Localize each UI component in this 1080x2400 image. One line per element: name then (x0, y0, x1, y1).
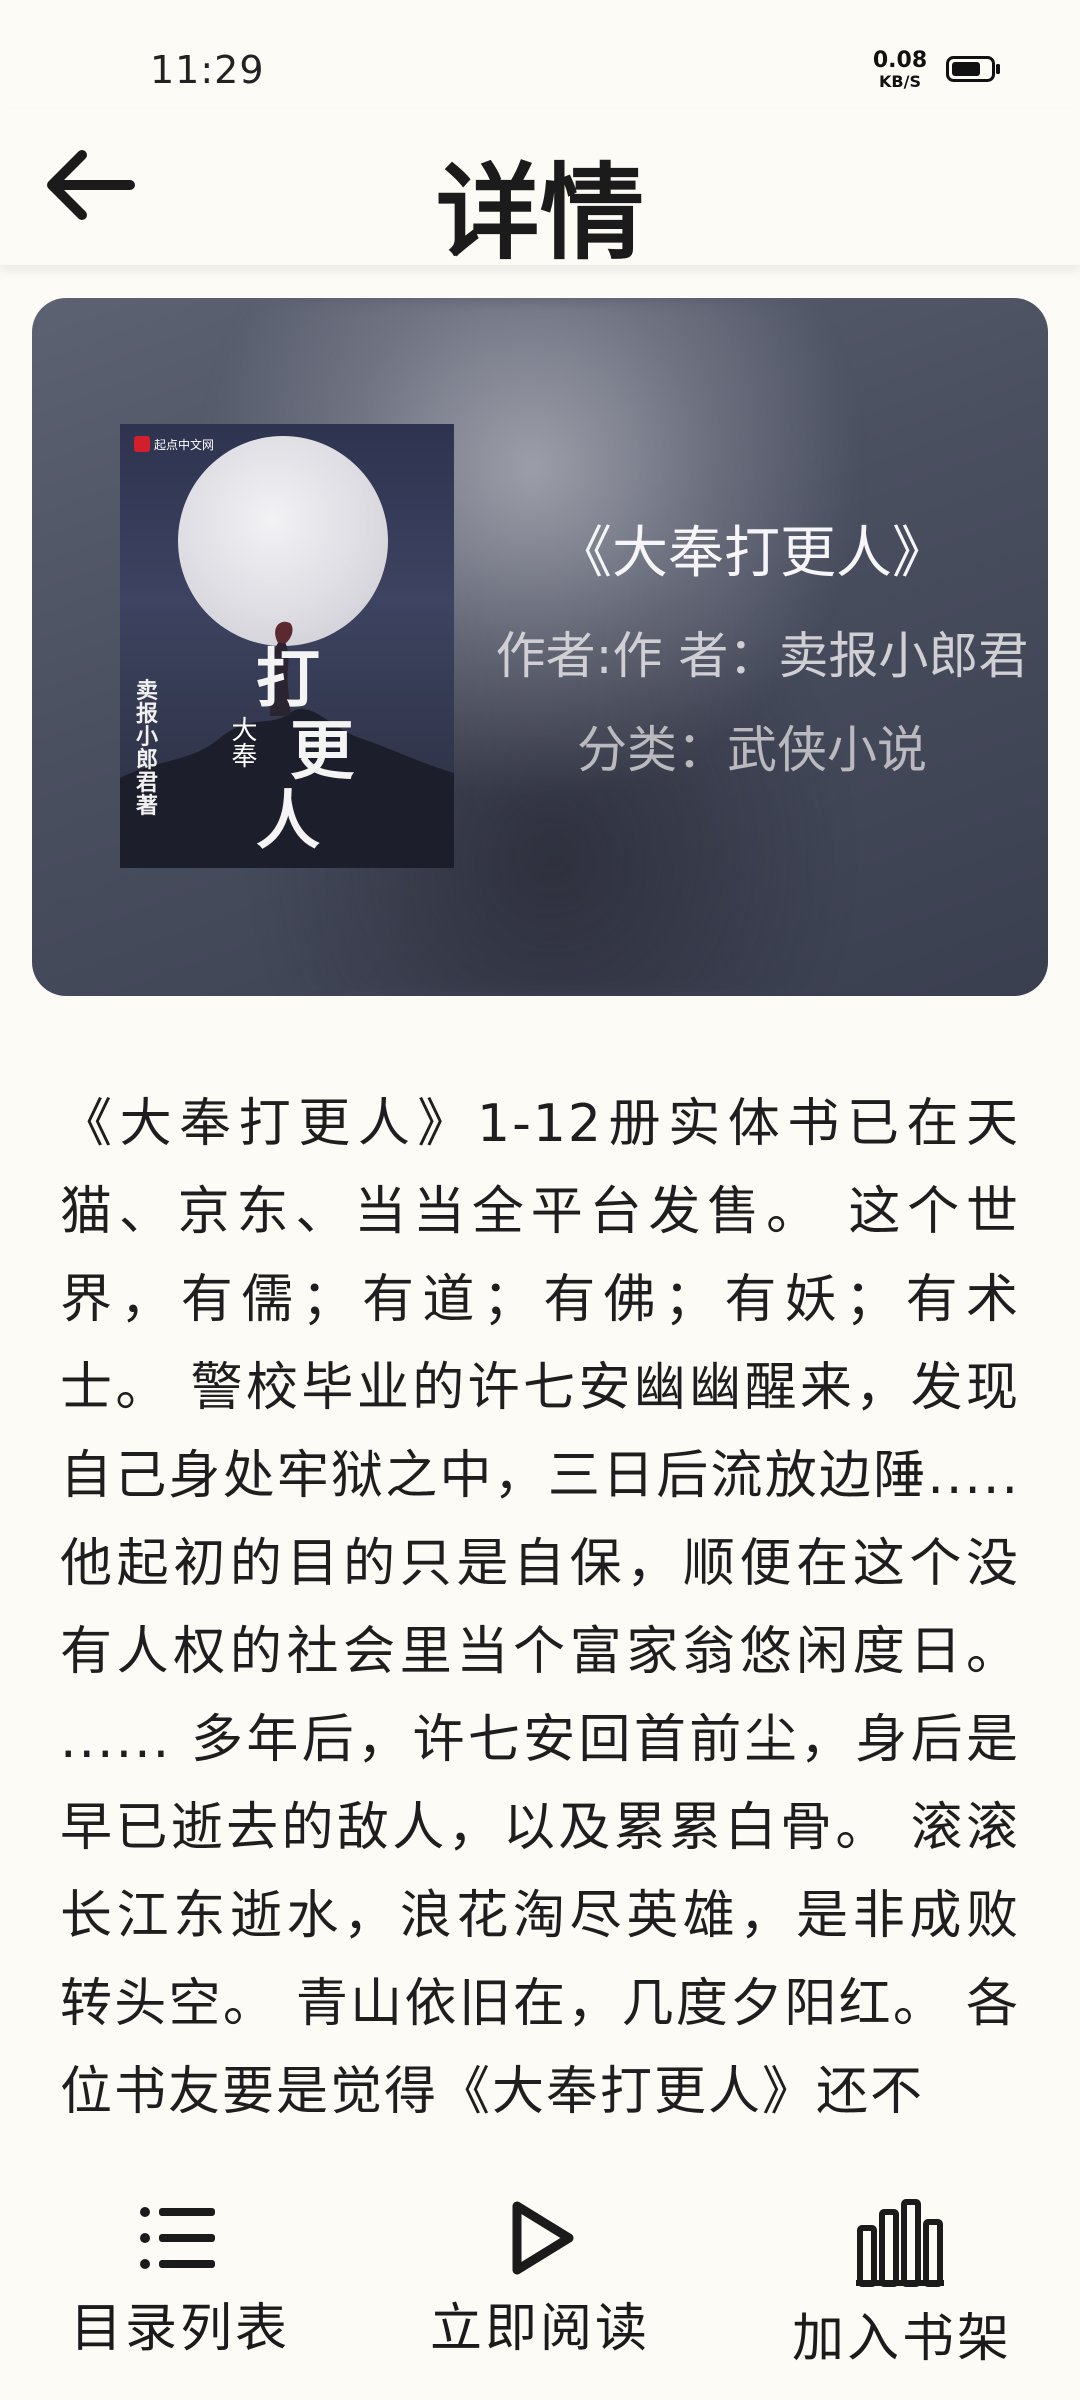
page-title: 详情 (435, 152, 644, 274)
book-info-card: 起点中文网 打 更 人 大奉 卖报小郎君著 《大奉打更人》 作者:作 者：卖报小… (32, 298, 1048, 996)
cover-title-char: 更 (290, 714, 354, 789)
book-category: 分类：武侠小说 (577, 721, 927, 779)
book-title: 《大奉打更人》 (556, 521, 948, 586)
read-now-button[interactable]: 立即阅读 (390, 2190, 690, 2400)
header-bar: 详情 (0, 110, 1080, 274)
book-description: 《大奉打更人》1-12册实体书已在天猫、京东、当当全平台发售。 这个世界，有儒；… (60, 1094, 1020, 2122)
cover-author: 卖报小郎君著 (136, 678, 159, 820)
bottom-action-bar: 目录列表 立即阅读 加入书架 (0, 2190, 1080, 2400)
battery-icon (946, 56, 1000, 82)
network-speed: 0.08 KB/S (870, 50, 930, 90)
cover-series-char: 大奉 (227, 716, 257, 768)
cover-publisher: 起点中文网 (154, 437, 215, 452)
cover-title-char: 人 (256, 784, 320, 859)
book-cover[interactable]: 起点中文网 打 更 人 大奉 卖报小郎君著 (120, 424, 454, 868)
catalog-button[interactable]: 目录列表 (30, 2190, 330, 2400)
network-speed-unit: KB/S (879, 72, 921, 91)
catalog-label: 目录列表 (69, 2299, 290, 2359)
read-now-label: 立即阅读 (429, 2299, 650, 2359)
cover-title-char: 打 (256, 642, 320, 717)
network-speed-value: 0.08 (872, 48, 928, 73)
play-icon (512, 2201, 574, 2275)
list-icon (140, 2207, 215, 2269)
status-time: 11:29 (150, 48, 265, 92)
add-to-shelf-button[interactable]: 加入书架 (752, 2190, 1052, 2400)
book-author: 作者:作 者：卖报小郎君 (495, 627, 1029, 685)
add-to-shelf-label: 加入书架 (791, 2309, 1012, 2369)
cover-publisher-logo: 起点中文网 (134, 434, 214, 454)
publisher-mark-icon (134, 436, 150, 452)
bookshelf-icon (856, 2199, 944, 2287)
